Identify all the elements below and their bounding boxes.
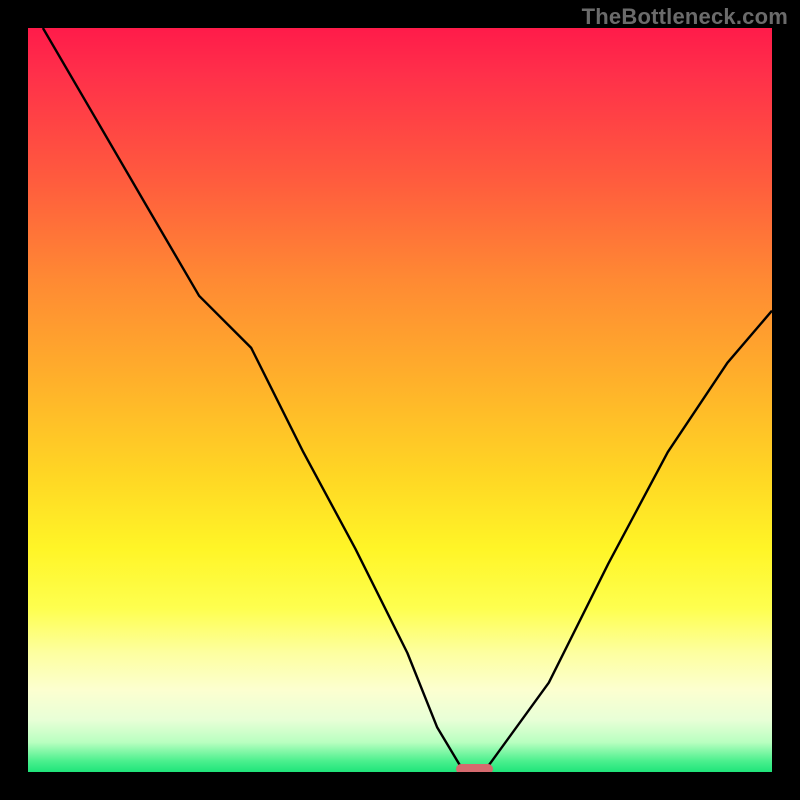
watermark-text: TheBottleneck.com: [582, 4, 788, 30]
chart-frame: TheBottleneck.com: [0, 0, 800, 800]
curve-path: [43, 28, 772, 772]
plot-area: [28, 28, 772, 772]
optimal-marker: [456, 764, 493, 772]
bottleneck-curve: [28, 28, 772, 772]
